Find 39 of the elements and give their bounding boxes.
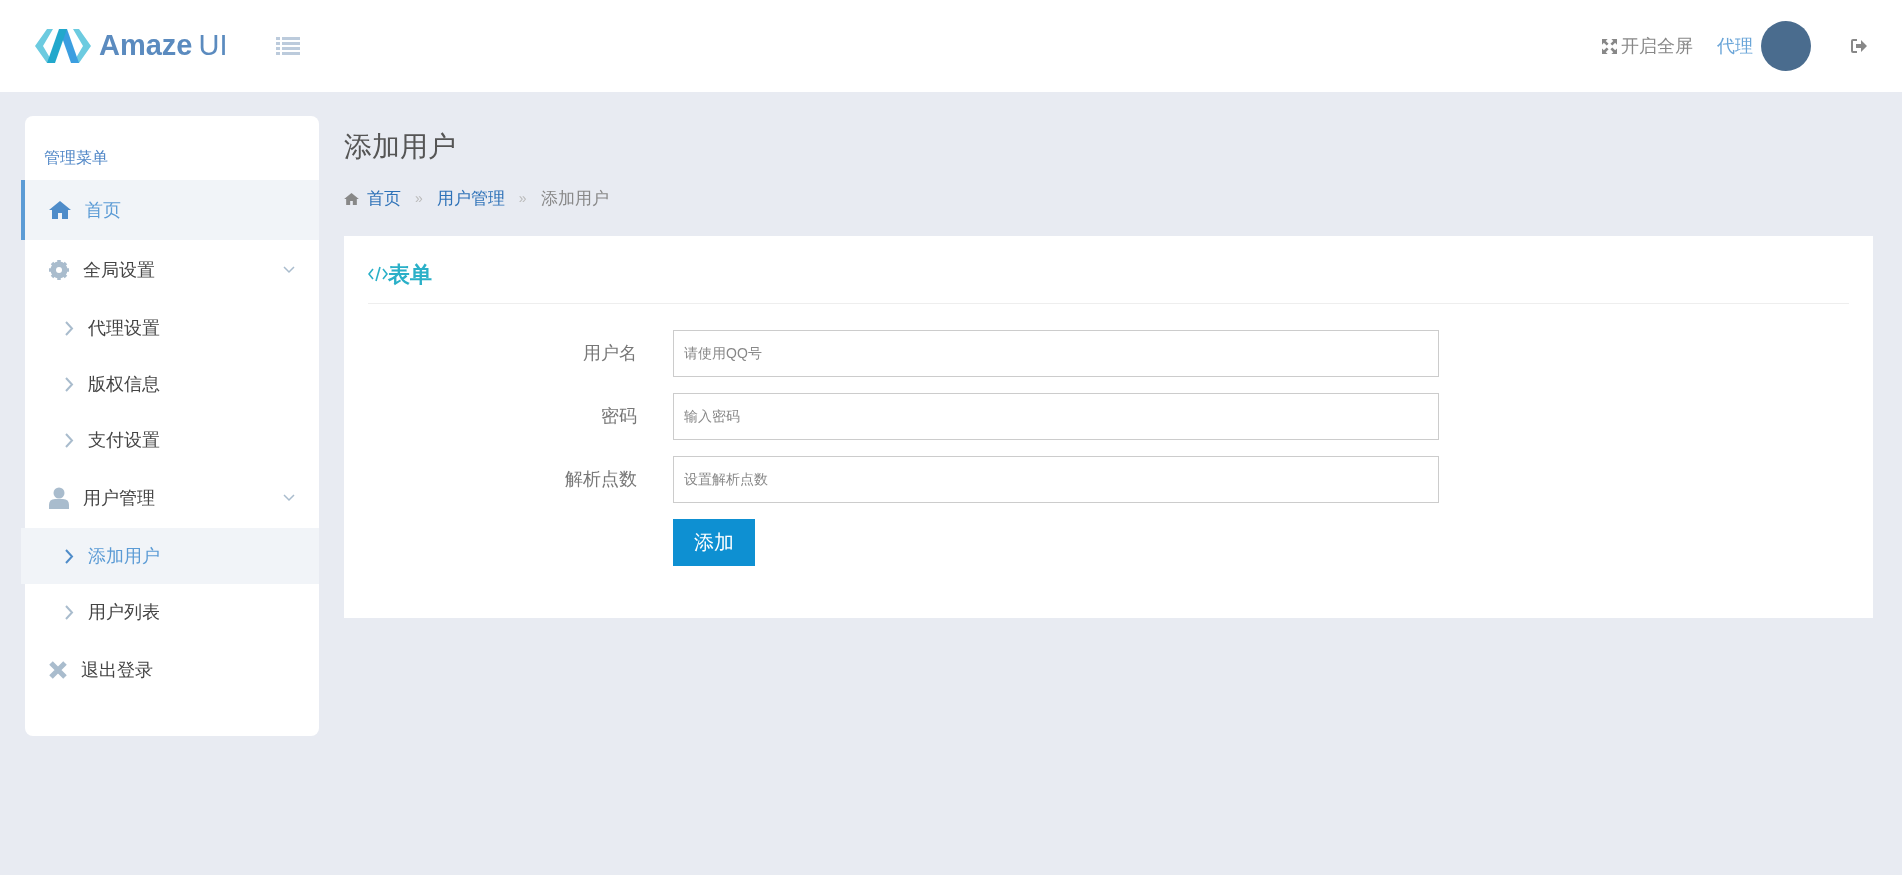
home-icon: [49, 201, 71, 219]
breadcrumb-separator: »: [415, 189, 423, 209]
menu-title: 管理菜单: [43, 148, 109, 168]
avatar[interactable]: [1761, 21, 1811, 71]
menu-item[interactable]: 退出登录: [21, 640, 319, 700]
submenu-item[interactable]: 版权信息: [21, 356, 319, 412]
page-title: 添加用户: [344, 130, 457, 164]
menu-item[interactable]: 全局设置: [21, 240, 319, 300]
field-label: 密码: [600, 404, 638, 428]
logout-icon[interactable]: [1851, 39, 1867, 53]
close-icon: [49, 661, 67, 679]
submenu-item[interactable]: 支付设置: [21, 412, 319, 468]
input-field[interactable]: 请使用QQ号: [673, 329, 1439, 377]
submenu-item[interactable]: 用户列表: [21, 584, 319, 640]
user-icon: [49, 487, 69, 509]
brand-name: Amaze UI: [99, 28, 228, 64]
home-icon: [344, 192, 359, 205]
expand-icon: [1602, 38, 1617, 54]
field-label: 用户名: [582, 341, 638, 365]
menu-item[interactable]: 用户管理: [21, 468, 319, 528]
input-field[interactable]: 输入密码: [673, 392, 1439, 440]
breadcrumb-link[interactable]: 用户管理: [436, 186, 505, 212]
submenu-item[interactable]: 代理设置: [21, 300, 319, 356]
chevron-right-icon: [65, 604, 74, 620]
breadcrumb-current: 添加用户: [540, 188, 609, 210]
gear-icon: [49, 260, 69, 280]
input-field[interactable]: 设置解析点数: [673, 455, 1439, 503]
breadcrumb-separator: »: [518, 189, 527, 209]
chevron-right-icon: [65, 432, 74, 448]
chevron-right-icon: [65, 376, 74, 392]
code-icon: [368, 266, 388, 282]
chevron-right-icon: [65, 548, 74, 564]
form-title: 表单: [388, 260, 432, 289]
field-label: 解析点数: [564, 467, 638, 491]
fullscreen-link[interactable]: 开启全屏: [1602, 32, 1693, 60]
chevron-right-icon: [65, 320, 74, 336]
breadcrumb-link[interactable]: 首页: [367, 186, 401, 212]
add-button[interactable]: 添加: [673, 518, 755, 566]
logo-icon: [35, 29, 91, 63]
